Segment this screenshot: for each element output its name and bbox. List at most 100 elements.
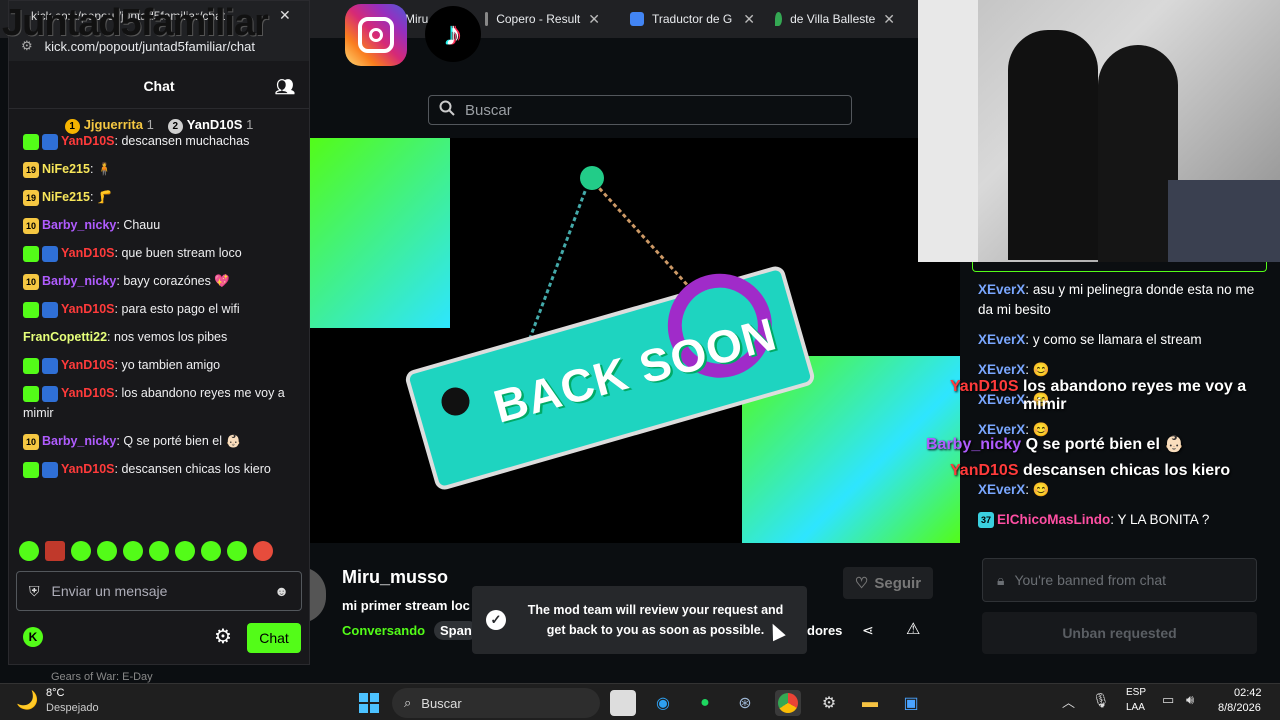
chat-message: 37 ElChicoMasLindo: Y LA BONITA ? <box>978 510 1209 530</box>
popout-chat-window: ✕ kick.com/popout/juntad5familiar/chat ⚙… <box>8 0 310 683</box>
send-chat-button[interactable]: Chat <box>247 623 301 653</box>
emote-icon[interactable] <box>253 541 273 561</box>
mic-icon[interactable]: 🎙︎ <box>1092 692 1110 709</box>
network-icon[interactable]: ▭ <box>1162 692 1174 708</box>
chat-message: YanD10S: para esto pago el wifi <box>9 295 309 323</box>
gift-badge-icon <box>23 385 39 402</box>
emote-icon[interactable] <box>19 541 39 561</box>
search-placeholder: Buscar <box>465 101 512 119</box>
clock-date: 8/8/2026 <box>1218 702 1261 714</box>
chat-text: que buen stream loco <box>121 246 242 260</box>
clothes-pile <box>1168 180 1280 262</box>
weather-desc: Despejado <box>46 702 99 714</box>
instagram-icon <box>345 4 407 66</box>
task-view-icon[interactable] <box>610 690 636 716</box>
app-icon[interactable]: ⚙ <box>816 690 842 716</box>
emote-icon[interactable] <box>45 541 65 561</box>
weather-temp[interactable]: 8°C <box>46 687 64 699</box>
emote-icon[interactable] <box>175 541 195 561</box>
category-link[interactable]: Conversando <box>342 623 425 638</box>
viewers-label: dores <box>807 623 843 638</box>
users-icon[interactable]: 👥︎ <box>275 77 295 97</box>
chat-username[interactable]: Barby_nicky <box>42 434 116 448</box>
windows-taskbar: 🌙 8°C Despejado ⌕ Buscar ◉ ● ⊛ ⚙ ▬ ▣ ︿ 🎙︎… <box>0 683 1280 720</box>
toast-line-1: The mod team will review your request an… <box>527 603 784 617</box>
sword-badge-icon <box>42 245 58 262</box>
share-icon[interactable]: ⋖ <box>862 622 874 639</box>
chat-text: yo tambien amigo <box>121 358 221 372</box>
gift-badge-icon <box>23 357 39 374</box>
chat-username[interactable]: Barby_nicky <box>42 274 116 288</box>
sword-badge-icon <box>42 461 58 478</box>
close-icon[interactable]: ✕ <box>883 11 895 28</box>
chat-text: descansen chicas los kiero <box>121 462 271 476</box>
chat-username[interactable]: YanD10S <box>61 302 115 316</box>
kick-logo-icon[interactable]: K <box>23 627 43 647</box>
tab-maps[interactable]: de Villa Balleste ✕ <box>765 4 905 34</box>
follow-label: Seguir <box>874 574 922 592</box>
sub-badge: 10 <box>23 433 39 450</box>
lock-icon: 🔒︎ <box>997 571 1005 588</box>
clock-time[interactable]: 02:42 <box>1234 687 1262 699</box>
edge-icon[interactable]: ◉ <box>650 690 676 716</box>
gift-badge-icon <box>23 461 39 478</box>
search-input[interactable]: Buscar <box>428 95 852 125</box>
volume-icon[interactable]: 🔊︎ <box>1186 692 1194 708</box>
chat-text: 🦵 <box>96 190 113 204</box>
search-icon: ⌕ <box>404 695 412 710</box>
chat-username[interactable]: NiFe215 <box>42 190 90 204</box>
chat-footer: K ⚙ Chat <box>9 621 309 653</box>
message-input[interactable]: ⛨ Enviar un mensaje ☻ <box>16 571 302 611</box>
chat-username[interactable]: YanD10S <box>61 246 115 260</box>
emote-icon[interactable] <box>201 541 221 561</box>
chat-username[interactable]: YanD10S <box>61 462 115 476</box>
chat-username[interactable]: YanD10S <box>61 358 115 372</box>
taskbar-search[interactable]: ⌕ Buscar <box>392 688 600 718</box>
close-icon[interactable]: ✕ <box>279 7 291 24</box>
offline-banner: BACK SOON <box>310 138 960 543</box>
folder-icon[interactable]: ▬ <box>857 690 883 716</box>
chat-text: Chauu <box>123 218 161 232</box>
chat-message: 19 NiFe215: 🧍 <box>9 155 309 183</box>
chat-username[interactable]: YanD10S <box>61 134 115 148</box>
close-icon[interactable]: ✕ <box>588 11 600 28</box>
chat-title: Chat <box>143 77 175 94</box>
chat-username[interactable]: YanD10S <box>61 386 115 400</box>
report-icon[interactable]: ⚠ <box>906 619 920 639</box>
steam-icon[interactable]: ⊛ <box>732 690 758 716</box>
chat-text: Q se porté bien el 👶🏻 <box>123 434 242 448</box>
moon-icon: 🌙 <box>16 690 39 710</box>
sub-badge: 19 <box>23 189 39 206</box>
pinned-box <box>972 262 1267 272</box>
unban-button[interactable]: Unban requested <box>982 612 1257 654</box>
chat-message: 10 Barby_nicky: bayy corazónes 💖 <box>9 267 309 295</box>
overlay-chat-line: YanD10S descansen chicas los kiero <box>950 462 1231 479</box>
tab-traductor[interactable]: Traductor de G ✕ <box>620 4 765 34</box>
emote-icon[interactable] <box>227 541 247 561</box>
windows-start-icon[interactable] <box>356 690 382 716</box>
sub-badge: 19 <box>23 161 39 178</box>
emote-icon[interactable] <box>123 541 143 561</box>
close-icon[interactable]: ✕ <box>743 11 755 28</box>
chevron-up-icon[interactable]: ︿ <box>1062 692 1075 711</box>
chat-username[interactable]: FranCopetti22 <box>23 330 107 344</box>
banned-text: You're banned from chat <box>1014 572 1167 588</box>
emote-icon[interactable] <box>149 541 169 561</box>
lang-indicator[interactable]: ESP <box>1126 687 1146 698</box>
spotify-icon[interactable]: ● <box>692 690 718 716</box>
gear-icon[interactable]: ⚙ <box>214 624 232 649</box>
store-icon[interactable]: ▣ <box>898 690 924 716</box>
tab-copero[interactable]: Copero - Result ✕ <box>475 4 610 34</box>
chat-message: YanD10S: los abandono reyes me voy a mim… <box>23 385 285 420</box>
channel-overlay-text: Juntad5familiar <box>2 2 269 44</box>
streamer-name[interactable]: Miru_musso <box>342 567 448 588</box>
chat-username[interactable]: NiFe215 <box>42 162 90 176</box>
chat-username[interactable]: Barby_nicky <box>42 218 116 232</box>
chat-text: para esto pago el wifi <box>121 302 240 316</box>
chrome-icon[interactable] <box>775 690 801 716</box>
emote-icon[interactable] <box>97 541 117 561</box>
chat-message: FranCopetti22: nos vemos los pibes <box>23 330 228 344</box>
emote-icon[interactable] <box>71 541 91 561</box>
follow-button[interactable]: ♡ Seguir <box>843 567 933 599</box>
emoji-icon[interactable]: ☻ <box>274 583 289 599</box>
